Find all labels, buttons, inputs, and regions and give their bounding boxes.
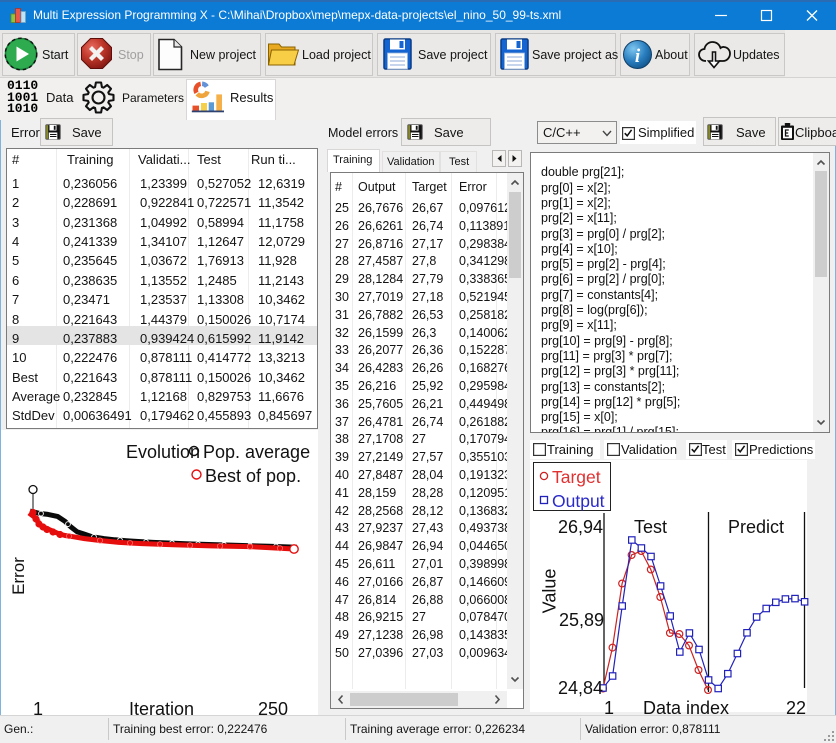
svg-text:i: i bbox=[635, 46, 641, 67]
